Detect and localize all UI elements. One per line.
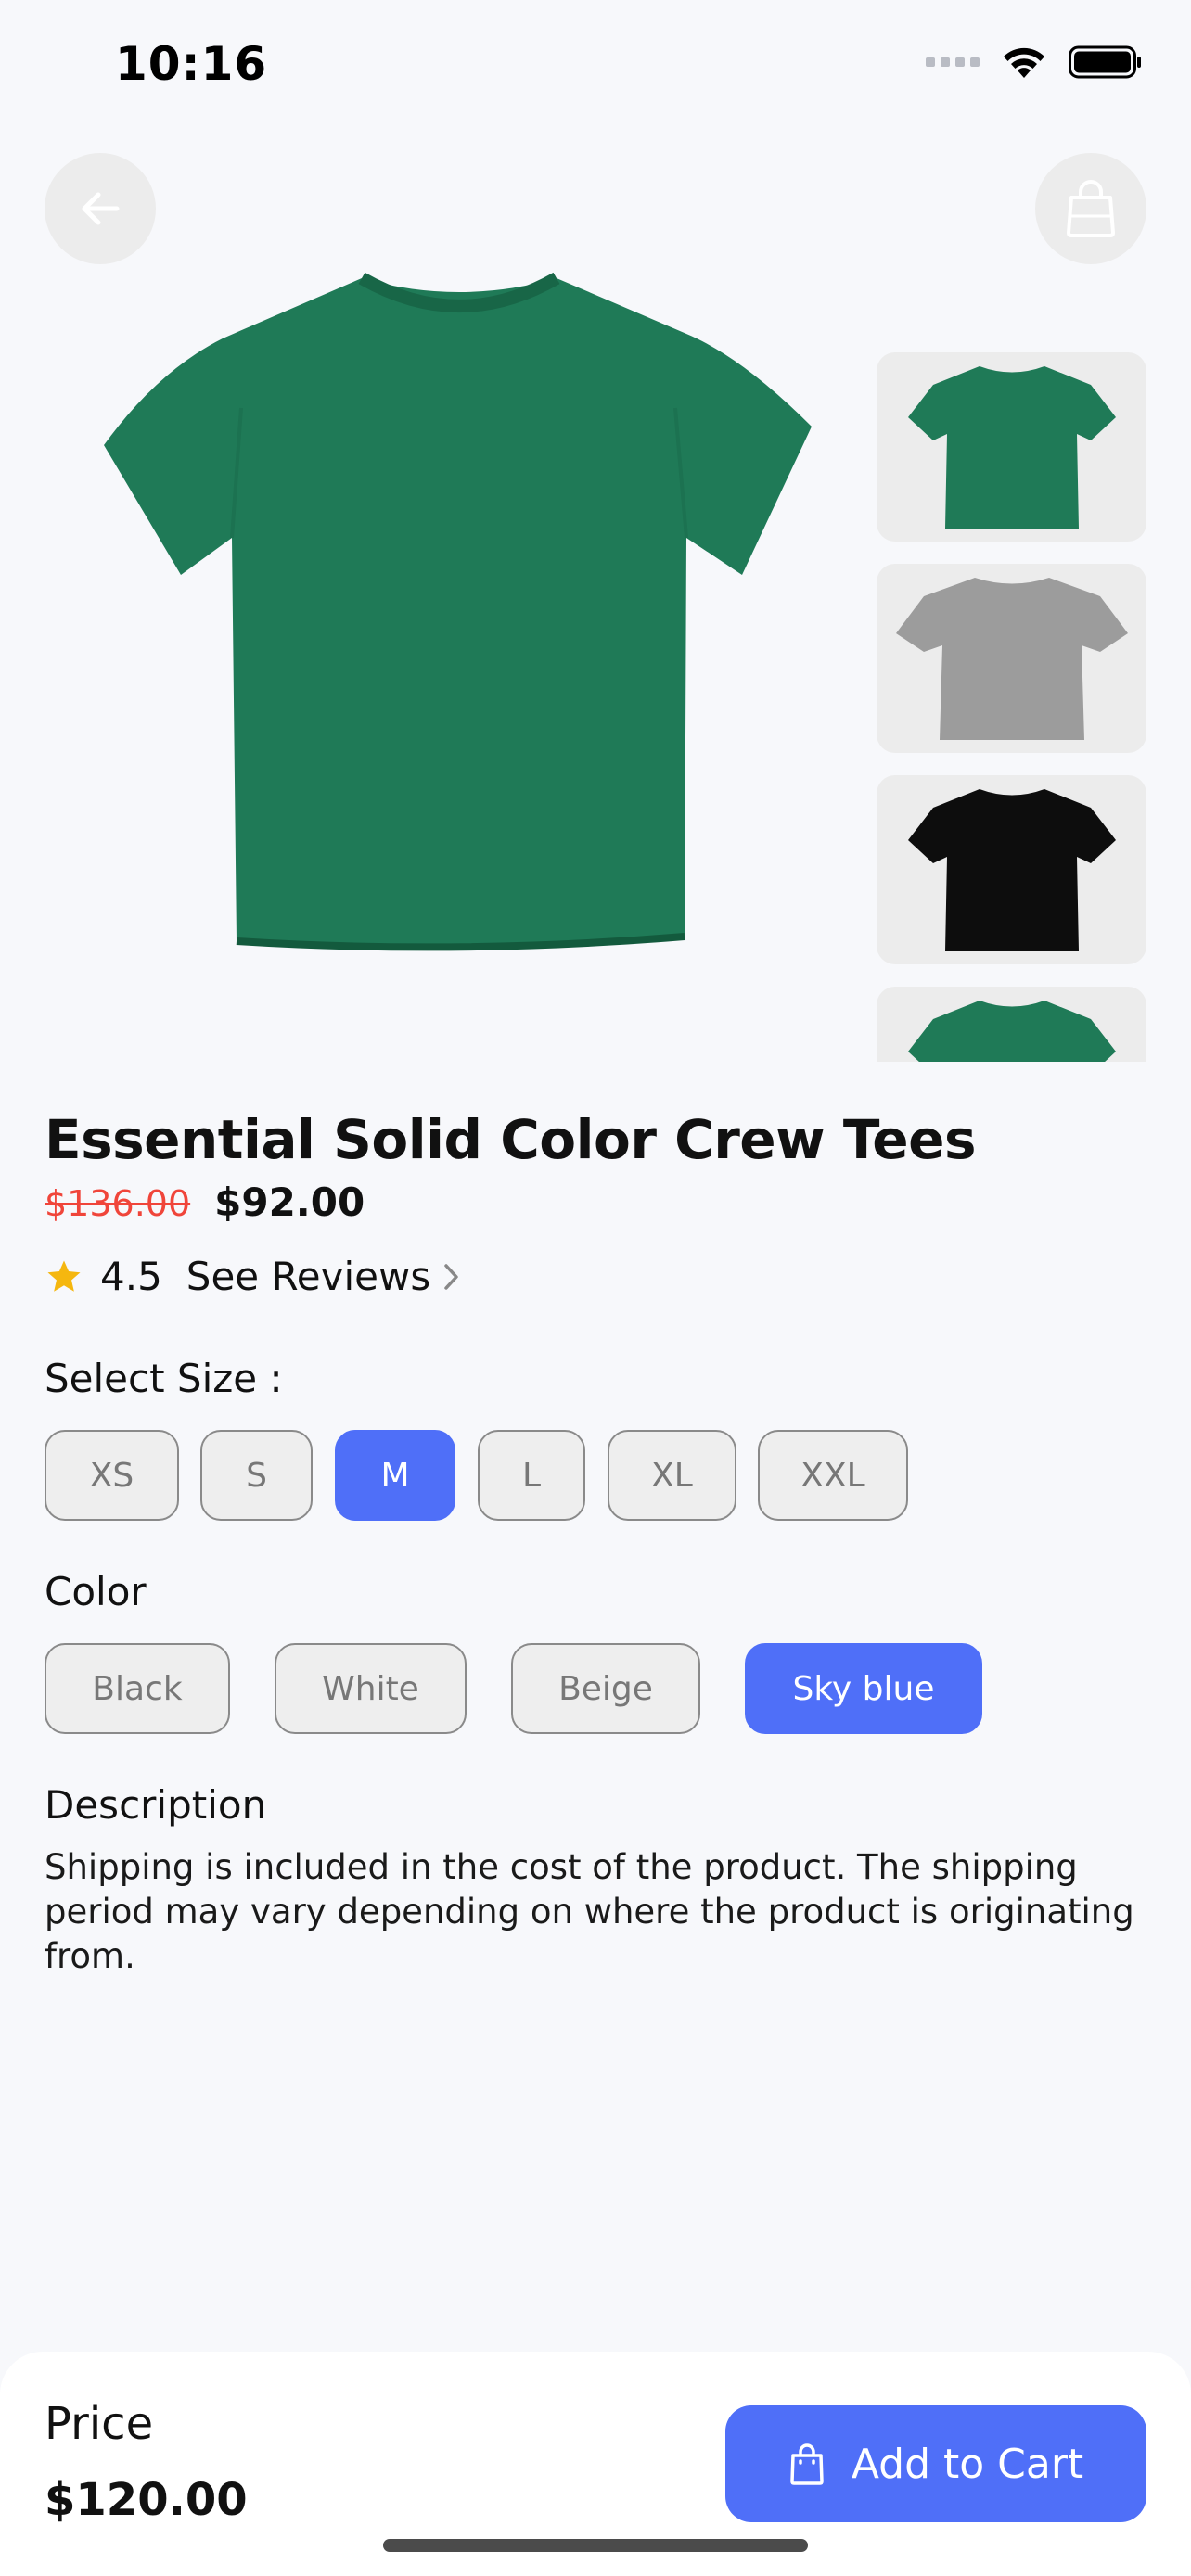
size-option-l[interactable]: L — [478, 1430, 585, 1521]
thumbnail-strip[interactable] — [877, 352, 1146, 1062]
color-label: Color — [45, 1569, 147, 1614]
shopping-bag-button[interactable] — [1035, 153, 1146, 264]
color-option-black[interactable]: Black — [45, 1643, 230, 1734]
price-row: $136.00 $92.00 — [45, 1180, 365, 1225]
thumbnail-green-alt[interactable] — [877, 987, 1146, 1062]
home-indicator[interactable] — [383, 2539, 808, 2552]
wifi-icon — [1004, 47, 1044, 78]
rating-value: 4.5 — [100, 1254, 162, 1299]
cellular-signal-icon — [926, 57, 980, 67]
color-option-white[interactable]: White — [275, 1643, 467, 1734]
size-label: Select Size : — [45, 1356, 283, 1401]
description-text: Shipping is included in the cost of the … — [45, 1847, 1134, 1976]
size-option-xl[interactable]: XL — [608, 1430, 736, 1521]
status-time: 10:16 — [115, 37, 268, 91]
price-label: Price — [45, 2398, 154, 2450]
shopping-bag-icon — [1067, 180, 1115, 237]
star-icon — [47, 1260, 81, 1292]
sale-price: $92.00 — [214, 1180, 365, 1225]
rating-row: 4.5 See Reviews — [45, 1254, 462, 1299]
main-product-image[interactable] — [93, 269, 826, 974]
size-option-xs[interactable]: XS — [45, 1430, 179, 1521]
size-option-m[interactable]: M — [335, 1430, 455, 1521]
see-reviews-link[interactable]: See Reviews — [186, 1254, 430, 1299]
price-total: $120.00 — [45, 2474, 248, 2526]
chevron-right-icon[interactable] — [442, 1261, 462, 1293]
product-detail-screen: 10:16 Essential Solid Color Crew Tees $1… — [0, 0, 1191, 2576]
arrow-left-icon — [82, 192, 120, 225]
back-button[interactable] — [45, 153, 156, 264]
status-icons — [926, 45, 1143, 80]
size-option-s[interactable]: S — [200, 1430, 313, 1521]
thumbnail-gray[interactable] — [877, 564, 1146, 753]
thumbnail-green[interactable] — [877, 352, 1146, 542]
thumbnail-black[interactable] — [877, 775, 1146, 964]
shopping-bag-icon — [790, 2443, 824, 2485]
add-to-cart-button[interactable]: Add to Cart — [725, 2405, 1146, 2522]
original-price: $136.00 — [45, 1183, 191, 1224]
add-to-cart-label: Add to Cart — [851, 2440, 1084, 2488]
size-option-xxl[interactable]: XXL — [758, 1430, 908, 1521]
battery-icon — [1069, 45, 1141, 79]
color-option-sky-blue[interactable]: Sky blue — [745, 1643, 982, 1734]
product-title: Essential Solid Color Crew Tees — [45, 1108, 976, 1171]
description-label: Description — [45, 1782, 267, 1828]
color-option-beige[interactable]: Beige — [511, 1643, 700, 1734]
